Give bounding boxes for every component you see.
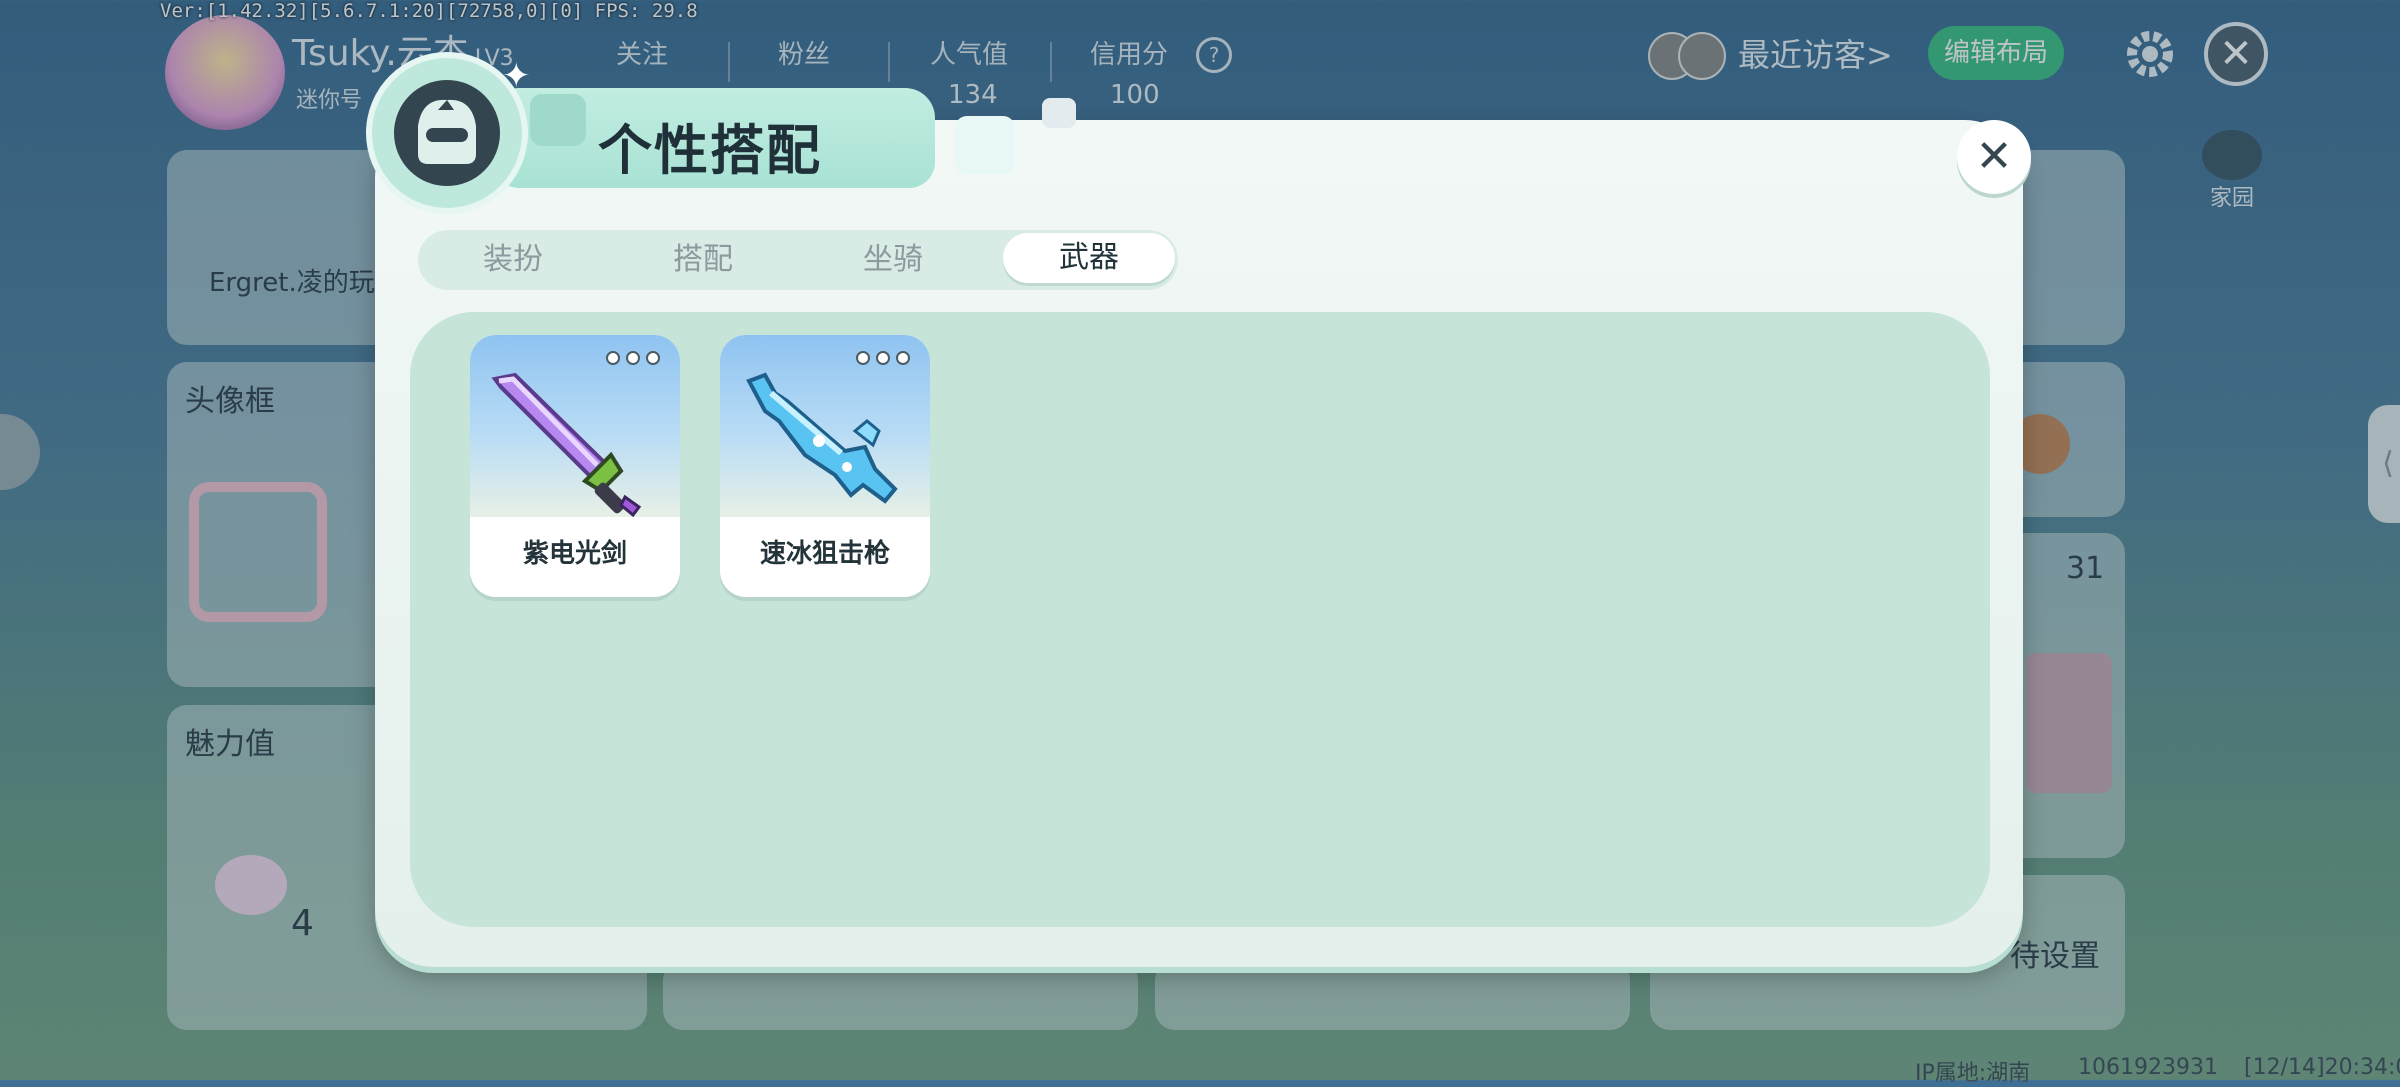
tab-weapon[interactable]: 武器 bbox=[1003, 233, 1175, 283]
decorative-square bbox=[1042, 98, 1076, 128]
modal-title: 个性搭配 bbox=[598, 119, 822, 182]
category-tabs: 装扮 搭配 坐骑 武器 bbox=[418, 230, 1178, 290]
purple-lightsaber-icon bbox=[485, 371, 665, 518]
modal-close-button[interactable]: ✕ bbox=[1957, 120, 2031, 194]
decorative-square bbox=[955, 116, 1015, 174]
ribbon-decoration bbox=[530, 94, 586, 146]
tab-mount[interactable]: 坐骑 bbox=[798, 230, 988, 290]
item-card-purple-lightsaber[interactable]: 紫电光剑 bbox=[470, 335, 680, 597]
tab-outfit[interactable]: 搭配 bbox=[608, 230, 798, 290]
item-card-ice-sniper[interactable]: 速冰狙击枪 bbox=[720, 335, 930, 597]
sparkle-icon: ✦ bbox=[502, 56, 531, 96]
ice-sniper-rifle-icon bbox=[735, 371, 915, 517]
more-options-icon[interactable] bbox=[856, 347, 916, 369]
mascot-icon bbox=[372, 58, 522, 208]
item-name: 紫电光剑 bbox=[522, 539, 627, 569]
tab-costume[interactable]: 装扮 bbox=[418, 230, 608, 290]
more-options-icon[interactable] bbox=[606, 347, 666, 369]
item-name: 速冰狙击枪 bbox=[759, 539, 890, 569]
